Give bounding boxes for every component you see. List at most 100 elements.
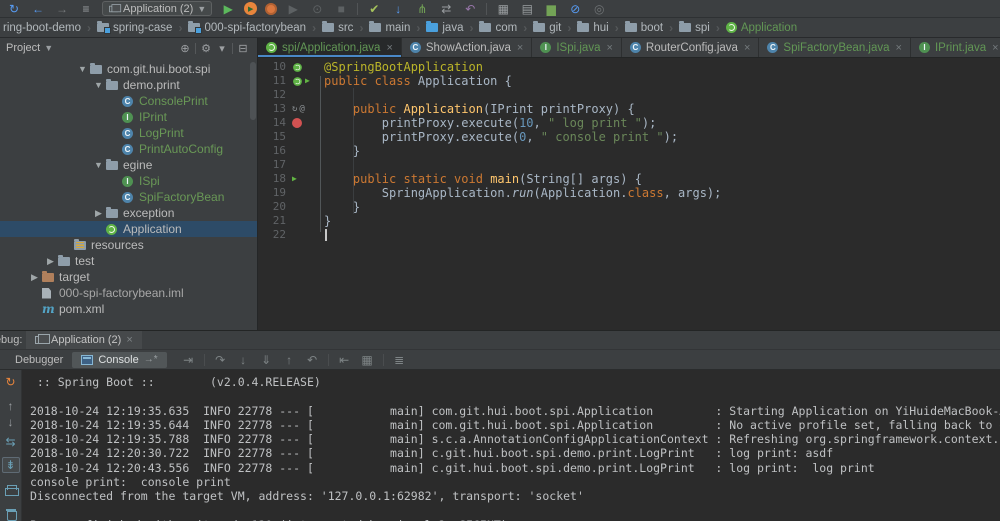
breakpoint-icon[interactable] xyxy=(292,118,302,128)
tab-debugger[interactable]: Debugger xyxy=(6,352,72,368)
tree-item-iprint[interactable]: IIPrint xyxy=(0,109,257,125)
rerun-icon[interactable]: ↻ xyxy=(2,375,20,389)
statistics-icon[interactable]: ▆ xyxy=(543,1,559,16)
rollback-icon[interactable]: ↶ xyxy=(462,1,478,16)
code-line[interactable]: 16 } xyxy=(258,144,1000,158)
run-config-settings-icon[interactable]: ≡ xyxy=(78,1,94,16)
profile-icon[interactable]: ▶ xyxy=(285,1,301,16)
vcs-push-icon[interactable]: ⋔ xyxy=(414,1,430,16)
chevron-down-icon[interactable]: ▼ xyxy=(44,43,53,53)
run-configuration-select[interactable]: Application (2) ▼ xyxy=(102,1,212,16)
project-structure-icon[interactable]: ▦ xyxy=(495,1,511,16)
close-icon[interactable]: × xyxy=(992,42,998,54)
step-into-icon[interactable]: ↓ xyxy=(232,353,255,367)
run-gutter-icon[interactable]: ▶ xyxy=(305,74,310,88)
scroll-to-end-icon[interactable]: ⇟ xyxy=(2,457,20,473)
code-line[interactable]: 22 xyxy=(258,228,1000,242)
run-with-coverage-icon[interactable]: ▶ xyxy=(244,2,257,15)
close-icon[interactable]: × xyxy=(517,42,523,54)
code-line[interactable]: 17 xyxy=(258,158,1000,172)
tree-item-test[interactable]: ▶test xyxy=(0,253,257,269)
inspections-off-icon[interactable]: ⊘ xyxy=(567,1,583,16)
drop-frame-icon[interactable]: ↶ xyxy=(301,353,324,367)
tree-item-ispi[interactable]: IISpi xyxy=(0,173,257,189)
scrollbar-thumb[interactable] xyxy=(250,62,256,120)
tab-iprint-java[interactable]: IIPrint.java× xyxy=(911,38,1000,57)
tree-item-logprint[interactable]: CLogPrint xyxy=(0,125,257,141)
breadcrumb-item[interactable]: boot xyxy=(623,22,665,34)
debug-session-tab[interactable]: Application (2) × xyxy=(26,331,142,349)
tree-expand-arrow[interactable]: ▶ xyxy=(91,208,106,219)
tree-item-egine[interactable]: ▼egine xyxy=(0,157,257,173)
tree-item-printautoconfig[interactable]: CPrintAutoConfig xyxy=(0,141,257,157)
settings-layout-icon[interactable]: ≣ xyxy=(388,353,411,367)
close-icon[interactable]: × xyxy=(896,42,902,54)
run-gutter-icon[interactable]: ▶ xyxy=(292,172,297,186)
debug-icon[interactable] xyxy=(265,3,277,15)
breadcrumb-item[interactable]: hui xyxy=(575,22,610,34)
forward-icon[interactable]: → xyxy=(54,1,70,16)
chevron-down-icon[interactable]: ▾ xyxy=(214,42,230,55)
project-panel-title[interactable]: Project xyxy=(6,42,40,54)
code-line[interactable]: 15 printProxy.execute(0, " console print… xyxy=(258,130,1000,144)
gear-icon[interactable]: ⚙ xyxy=(198,42,214,55)
evaluate-expression-icon[interactable]: ▦ xyxy=(356,353,379,367)
tree-expand-arrow[interactable]: ▼ xyxy=(75,64,90,74)
tree-item-spifactorybean[interactable]: CSpiFactoryBean xyxy=(0,189,257,205)
tree-item-consoleprint[interactable]: CConsolePrint xyxy=(0,93,257,109)
breadcrumb-item[interactable]: com xyxy=(477,22,519,34)
tab-routerconfig-java[interactable]: CRouterConfig.java× xyxy=(622,38,760,57)
stacktrace-up-icon[interactable]: ↑ xyxy=(2,399,20,413)
close-icon[interactable]: × xyxy=(126,334,132,346)
breadcrumb-item[interactable]: spi xyxy=(677,22,712,34)
code-line[interactable]: 19 SpringApplication.run(Application.cla… xyxy=(258,186,1000,200)
back-icon[interactable]: ← xyxy=(30,1,46,16)
step-over-icon[interactable]: ↷ xyxy=(209,353,232,367)
tree-expand-arrow[interactable]: ▼ xyxy=(91,160,106,170)
tab-ispi-java[interactable]: IISpi.java× xyxy=(532,38,622,57)
breadcrumb-item[interactable]: 000-spi-factorybean xyxy=(186,22,308,34)
tree-item-target[interactable]: ▶target xyxy=(0,269,257,285)
tree-item-000-spi-factorybean-iml[interactable]: 000-spi-factorybean.iml xyxy=(0,285,257,301)
code-line[interactable]: 10@SpringBootApplication xyxy=(258,60,1000,74)
breadcrumb-item[interactable]: ring-boot-demo xyxy=(1,22,83,34)
breadcrumb-item[interactable]: Application xyxy=(724,22,799,34)
tree-item-resources[interactable]: resources xyxy=(0,237,257,253)
tab-console[interactable]: Console →* xyxy=(72,352,166,368)
commit-icon[interactable]: ✔ xyxy=(366,1,382,16)
code-line[interactable]: 18▶ public static void main(String[] arg… xyxy=(258,172,1000,186)
locate-file-icon[interactable]: ⊕ xyxy=(177,42,193,55)
save-all-icon[interactable]: ▤ xyxy=(519,1,535,16)
vcs-update-icon[interactable]: ↓ xyxy=(390,1,406,16)
force-step-into-icon[interactable]: ⇓ xyxy=(255,353,278,367)
tree-item-pom-xml[interactable]: mpom.xml xyxy=(0,301,257,317)
spring-bean-gutter-icon[interactable] xyxy=(293,63,302,72)
tree-expand-arrow[interactable]: ▶ xyxy=(27,272,42,283)
code-line[interactable]: 11▶public class Application { xyxy=(258,74,1000,88)
tab-spi-application-java[interactable]: spi/Application.java× xyxy=(258,38,402,57)
tree-item-exception[interactable]: ▶exception xyxy=(0,205,257,221)
close-icon[interactable]: × xyxy=(744,42,750,54)
code-line[interactable]: 13↻@ public Application(IPrint printProx… xyxy=(258,102,1000,116)
tree-expand-arrow[interactable]: ▼ xyxy=(91,80,106,90)
breadcrumb-item[interactable]: java xyxy=(424,22,465,34)
tab-showaction-java[interactable]: CShowAction.java× xyxy=(402,38,532,57)
code-line[interactable]: 20 } xyxy=(258,200,1000,214)
hide-panel-icon[interactable]: ⊟ xyxy=(235,42,251,55)
tree-item-application[interactable]: Application xyxy=(0,221,257,237)
breadcrumb-item[interactable]: spring-case xyxy=(95,22,174,34)
print-icon[interactable] xyxy=(2,483,20,497)
tree-expand-arrow[interactable]: ▶ xyxy=(43,256,58,267)
clear-all-icon[interactable] xyxy=(2,507,20,521)
step-out-icon[interactable]: ↑ xyxy=(278,353,301,367)
tree-item-com-git-hui-boot-spi[interactable]: ▼com.git.hui.boot.spi xyxy=(0,61,257,77)
code-editor[interactable]: 10@SpringBootApplication11▶public class … xyxy=(258,58,1000,330)
run-icon[interactable]: ▶ xyxy=(220,1,236,16)
stacktrace-down-icon[interactable]: ↓ xyxy=(2,415,20,429)
soft-wrap-icon[interactable]: ⇆ xyxy=(2,435,20,449)
tree-item-demo-print[interactable]: ▼demo.print xyxy=(0,77,257,93)
code-line[interactable]: 14 printProxy.execute(10, " log print ")… xyxy=(258,116,1000,130)
close-icon[interactable]: × xyxy=(606,42,612,54)
stop-icon[interactable]: ■ xyxy=(333,1,349,16)
breadcrumb-item[interactable]: main xyxy=(367,22,412,34)
